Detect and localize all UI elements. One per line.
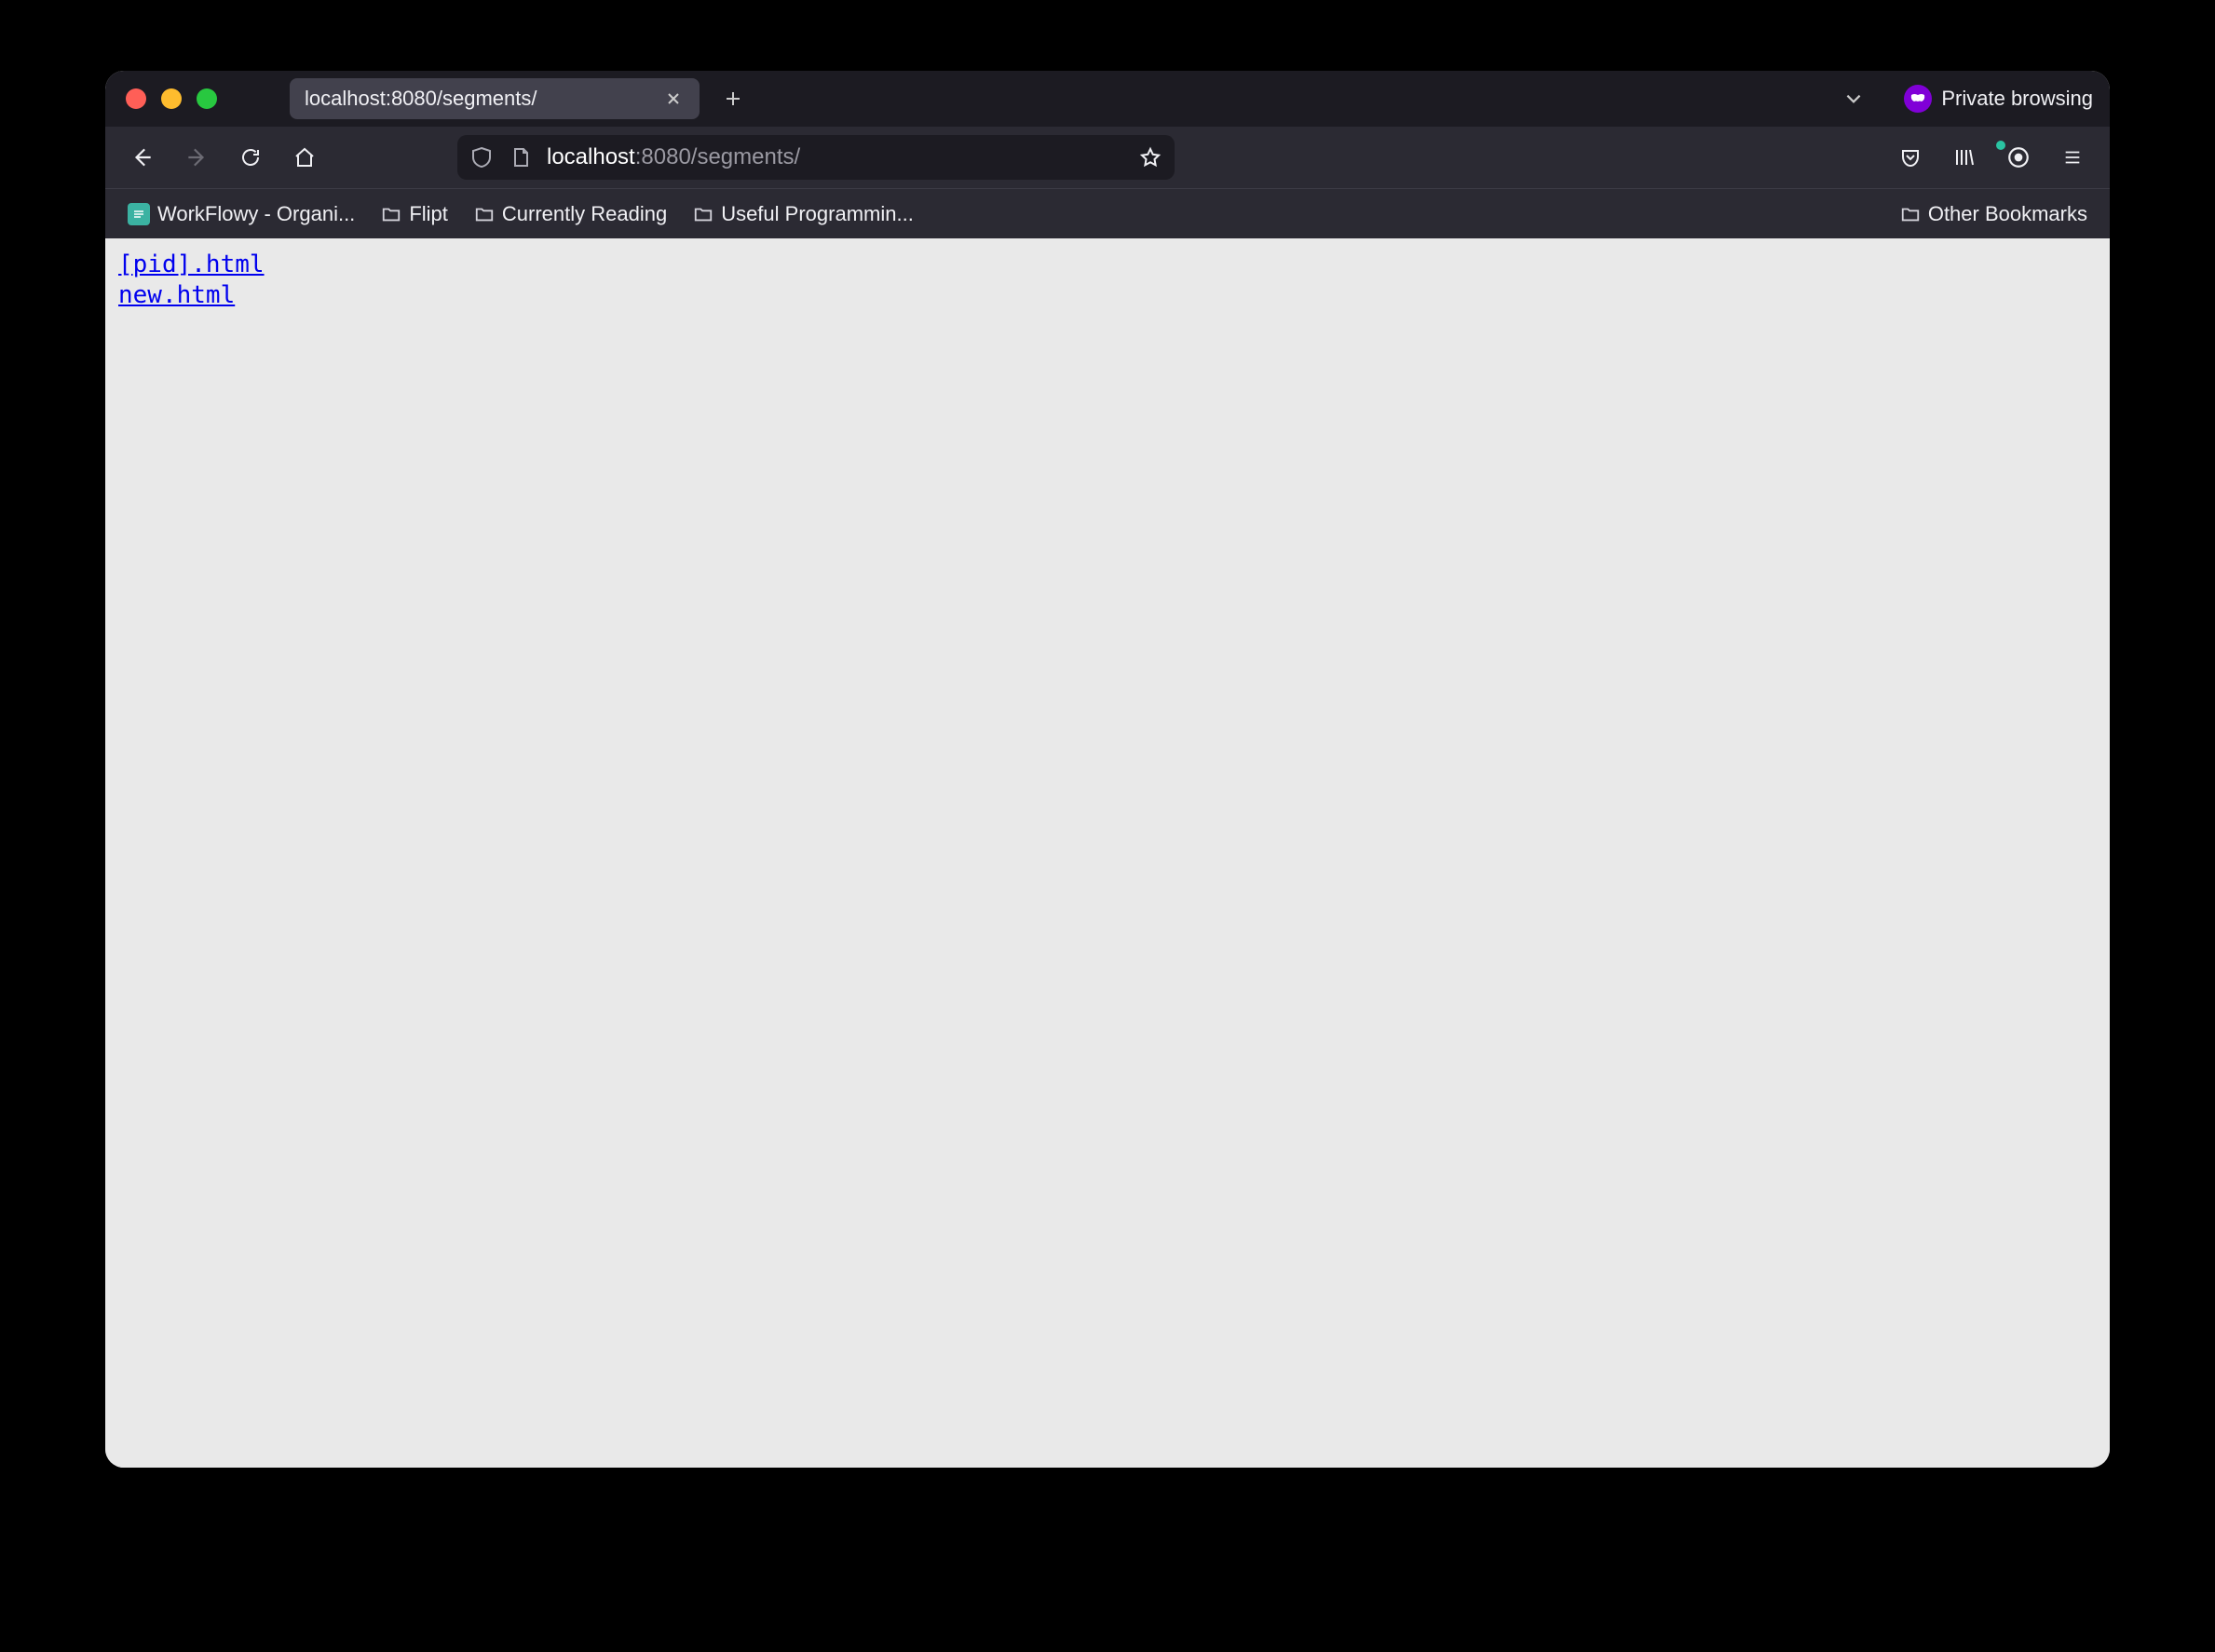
url-text: localhost:8080/segments/ bbox=[547, 144, 1124, 170]
bookmark-item-workflowy[interactable]: WorkFlowy - Organi... bbox=[118, 198, 364, 230]
pocket-icon bbox=[1899, 146, 1922, 169]
bookmark-folder-currently-reading[interactable]: Currently Reading bbox=[465, 198, 676, 230]
private-browsing-indicator: Private browsing bbox=[1904, 85, 2093, 113]
bookmark-folder-flipt[interactable]: Flipt bbox=[372, 198, 457, 230]
forward-button[interactable] bbox=[174, 135, 219, 180]
folder-icon bbox=[381, 204, 401, 224]
library-icon bbox=[1953, 146, 1976, 169]
browser-tab[interactable]: localhost:8080/segments/ bbox=[290, 78, 700, 119]
bookmarks-toolbar: WorkFlowy - Organi... Flipt Currently Re… bbox=[105, 188, 2110, 238]
window-controls bbox=[126, 88, 217, 109]
firefox-view-button[interactable] bbox=[1996, 135, 2041, 180]
tab-title: localhost:8080/segments/ bbox=[305, 87, 537, 111]
bookmark-label: Useful Programmin... bbox=[721, 202, 914, 226]
list-all-tabs-button[interactable] bbox=[1837, 82, 1870, 115]
arrow-right-icon bbox=[184, 145, 209, 169]
address-bar[interactable]: localhost:8080/segments/ bbox=[457, 135, 1175, 180]
arrow-left-icon bbox=[130, 145, 155, 169]
mask-icon bbox=[1904, 85, 1932, 113]
chevron-down-icon bbox=[1843, 88, 1864, 109]
private-browsing-label: Private browsing bbox=[1941, 87, 2093, 111]
favicon-icon bbox=[128, 203, 150, 225]
folder-icon bbox=[474, 204, 495, 224]
url-path: :8080/segments/ bbox=[635, 144, 800, 169]
plus-icon bbox=[724, 89, 742, 108]
directory-link[interactable]: new.html bbox=[118, 281, 235, 309]
tab-strip: localhost:8080/segments/ Private browsin… bbox=[105, 71, 2110, 127]
library-button[interactable] bbox=[1942, 135, 1987, 180]
star-icon bbox=[1139, 146, 1162, 169]
notification-dot-icon bbox=[1996, 141, 2005, 150]
new-tab-button[interactable] bbox=[716, 82, 750, 115]
bookmark-label: Other Bookmarks bbox=[1928, 202, 2087, 226]
bookmark-label: WorkFlowy - Organi... bbox=[157, 202, 355, 226]
directory-listing: [pid].html new.html bbox=[118, 250, 2097, 310]
application-menu-button[interactable] bbox=[2050, 135, 2095, 180]
firefox-view-icon bbox=[2006, 145, 2031, 169]
save-to-pocket-button[interactable] bbox=[1888, 135, 1933, 180]
bookmark-label: Currently Reading bbox=[502, 202, 667, 226]
bookmark-folder-useful-programming[interactable]: Useful Programmin... bbox=[684, 198, 923, 230]
directory-link[interactable]: [pid].html bbox=[118, 251, 265, 278]
reload-icon bbox=[239, 146, 262, 169]
window-close-button[interactable] bbox=[126, 88, 146, 109]
folder-icon bbox=[693, 204, 713, 224]
url-host: localhost bbox=[547, 144, 635, 169]
page-viewport: [pid].html new.html bbox=[105, 238, 2110, 1468]
window-minimize-button[interactable] bbox=[161, 88, 182, 109]
reload-button[interactable] bbox=[228, 135, 273, 180]
shield-icon[interactable] bbox=[469, 144, 495, 170]
back-button[interactable] bbox=[120, 135, 165, 180]
bookmark-label: Flipt bbox=[409, 202, 448, 226]
folder-icon bbox=[1900, 204, 1921, 224]
page-info-icon[interactable] bbox=[508, 144, 534, 170]
bookmark-star-button[interactable] bbox=[1137, 144, 1163, 170]
window-maximize-button[interactable] bbox=[197, 88, 217, 109]
tab-close-button[interactable] bbox=[662, 88, 685, 110]
other-bookmarks-button[interactable]: Other Bookmarks bbox=[1891, 198, 2097, 230]
home-button[interactable] bbox=[282, 135, 327, 180]
home-icon bbox=[293, 146, 316, 169]
navigation-toolbar: localhost:8080/segments/ bbox=[105, 127, 2110, 188]
hamburger-icon bbox=[2062, 147, 2083, 168]
close-icon bbox=[666, 91, 681, 106]
browser-window: localhost:8080/segments/ Private browsin… bbox=[105, 71, 2110, 1468]
